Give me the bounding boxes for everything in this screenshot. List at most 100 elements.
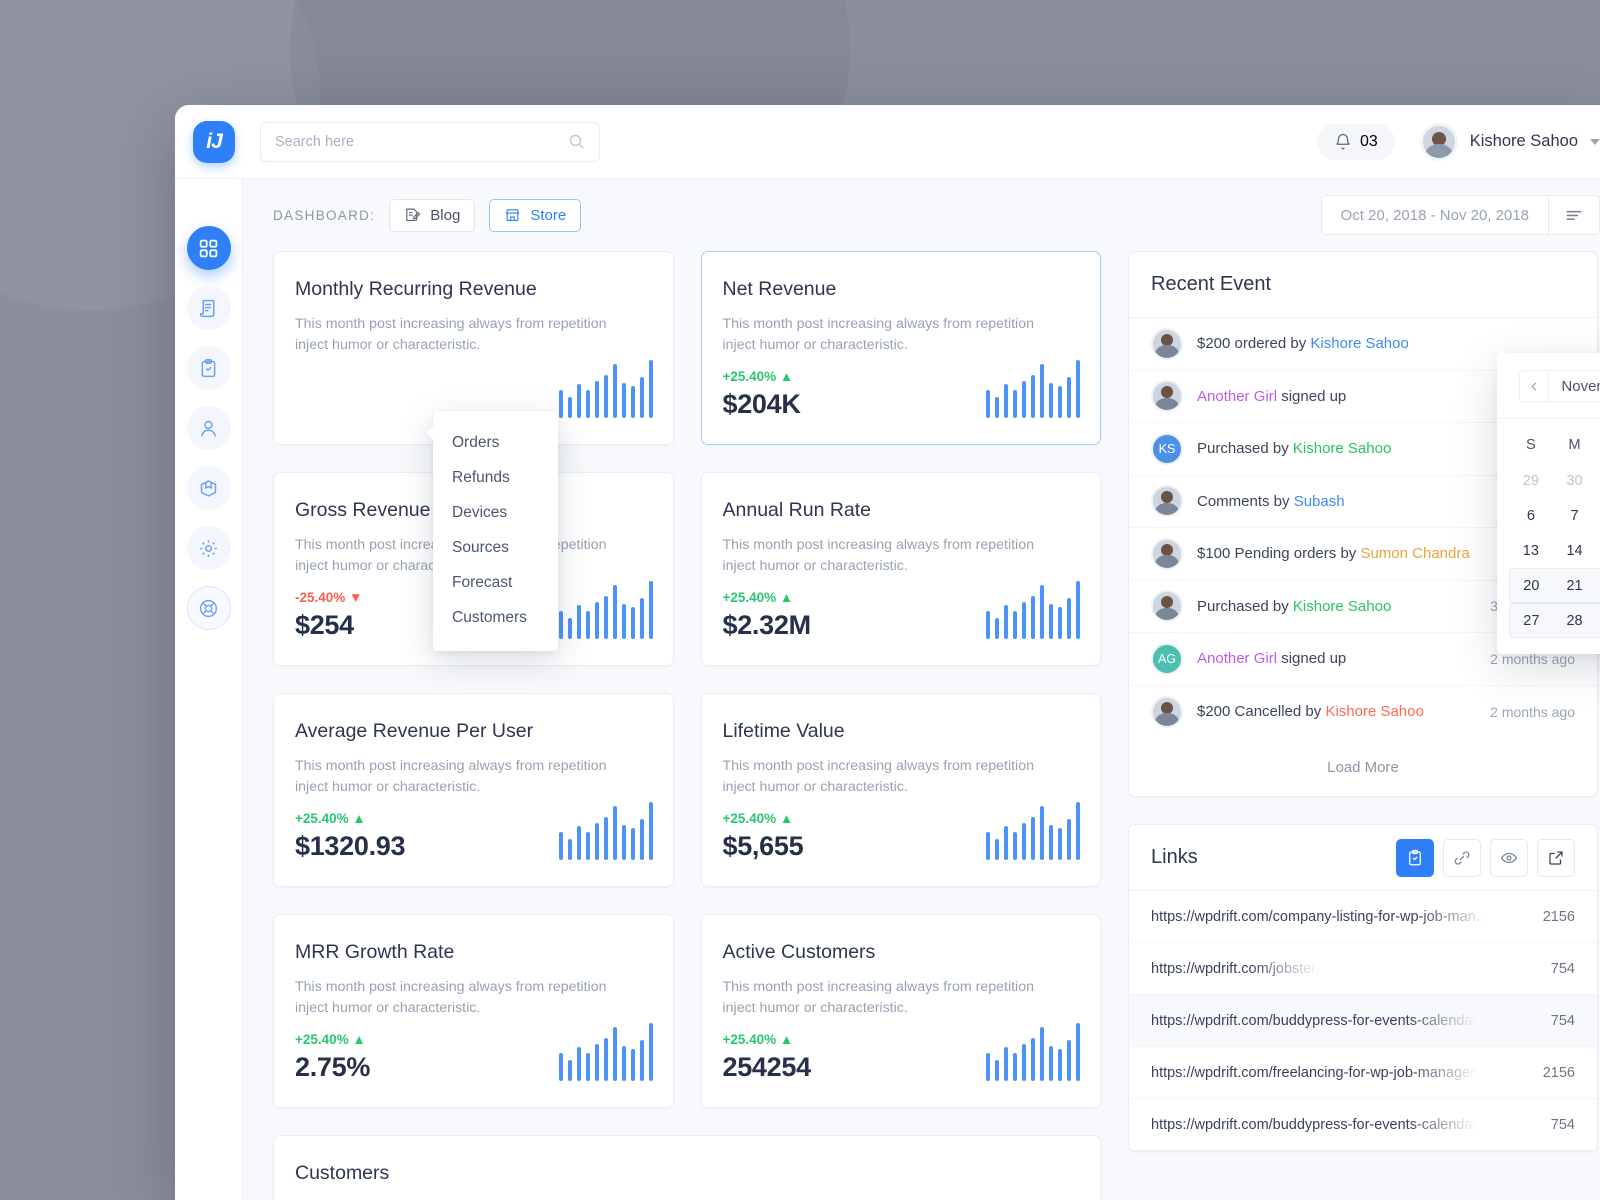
sidebar-item-tasks[interactable] bbox=[186, 346, 231, 390]
calendar-day[interactable]: 29 bbox=[1509, 463, 1553, 498]
calendar-day[interactable]: 13 bbox=[1509, 533, 1553, 568]
prev-month-button[interactable] bbox=[1519, 370, 1549, 402]
link-url[interactable]: https://wpdrift.com/buddypress-for-event… bbox=[1151, 1012, 1478, 1029]
calendar-day[interactable]: 1 bbox=[1596, 463, 1600, 498]
date-picker-popover[interactable]: November 2018 SMTWTFS2930123456789101112… bbox=[1497, 353, 1600, 654]
sidebar-item-dashboard[interactable] bbox=[186, 226, 231, 270]
dashboard-label: DASHBOARD: bbox=[273, 207, 376, 223]
tab-blog-label: Blog bbox=[430, 206, 461, 224]
link-row[interactable]: https://wpdrift.com/jobster/754 bbox=[1129, 943, 1597, 995]
chevron-down-icon[interactable] bbox=[1590, 138, 1600, 145]
document-icon bbox=[199, 299, 215, 317]
calendar-day[interactable]: 14 bbox=[1553, 533, 1597, 568]
sidebar-item-products[interactable] bbox=[186, 466, 231, 510]
bell-icon bbox=[1336, 133, 1350, 149]
calendar-day[interactable]: 7 bbox=[1553, 498, 1597, 533]
search-input[interactable] bbox=[275, 133, 568, 150]
calendar-day[interactable]: 20 bbox=[1509, 568, 1553, 603]
sidebar-item-support[interactable] bbox=[186, 586, 231, 630]
event-person[interactable]: Subash bbox=[1294, 493, 1345, 510]
context-dropdown-menu[interactable]: Orders Refunds Devices Sources Forecast Custo… bbox=[433, 411, 558, 651]
calendar-day[interactable]: 29 bbox=[1596, 603, 1600, 638]
link-url[interactable]: https://wpdrift.com/freelancing-for-wp-j… bbox=[1151, 1064, 1479, 1081]
spark-bar bbox=[1013, 610, 1017, 639]
user-menu[interactable]: Kishore Sahoo bbox=[1419, 122, 1600, 161]
metric-card-description: This month post increasing always from r… bbox=[295, 316, 607, 353]
event-text: $100 Pending orders by Sumon Chandra bbox=[1197, 545, 1470, 563]
link-url[interactable]: https://wpdrift.com/jobster/ bbox=[1151, 960, 1321, 977]
link-row[interactable]: https://wpdrift.com/buddypress-for-event… bbox=[1129, 1099, 1597, 1151]
metric-delta: +25.40% ▲ bbox=[722, 590, 794, 605]
filter-button[interactable] bbox=[1548, 195, 1600, 235]
spark-bar bbox=[1058, 607, 1062, 639]
spark-bar bbox=[603, 374, 608, 418]
event-row[interactable]: $200 Cancelled by Kishore Sahoo 2 months … bbox=[1129, 686, 1597, 739]
tab-store[interactable]: Store bbox=[489, 198, 582, 232]
eye-icon-button[interactable] bbox=[1490, 838, 1528, 877]
spark-bar bbox=[612, 363, 617, 418]
app-logo[interactable]: iJ bbox=[193, 120, 235, 163]
grid-icon bbox=[199, 239, 218, 257]
spark-bar bbox=[612, 805, 617, 860]
sidebar-item-reports[interactable] bbox=[186, 286, 231, 330]
event-text: Comments by Subash bbox=[1197, 492, 1345, 510]
metric-value: $5,655 bbox=[722, 831, 804, 861]
date-range-input[interactable]: Oct 20, 2018 - Nov 20, 2018 bbox=[1320, 195, 1548, 235]
metric-card-description: This month post increasing always from r… bbox=[295, 979, 607, 1016]
dropdown-item-refunds[interactable]: Refunds bbox=[433, 460, 558, 495]
calendar-day[interactable]: 8 bbox=[1596, 498, 1600, 533]
link-url[interactable]: https://wpdrift.com/buddypress-for-event… bbox=[1151, 1116, 1478, 1133]
event-person[interactable]: Another Girl bbox=[1197, 650, 1277, 667]
dropdown-item-sources[interactable]: Sources bbox=[433, 530, 558, 565]
link-row[interactable]: https://wpdrift.com/company-listing-for-… bbox=[1129, 891, 1597, 943]
calendar-day[interactable]: 28 bbox=[1552, 603, 1597, 638]
metric-block: +25.40% ▲ 2.75% bbox=[295, 1032, 370, 1083]
dropdown-item-customers[interactable]: Customers bbox=[433, 600, 558, 635]
calendar-day[interactable]: 21 bbox=[1552, 568, 1597, 603]
spark-bar bbox=[603, 816, 608, 860]
link-row[interactable]: https://wpdrift.com/freelancing-for-wp-j… bbox=[1129, 1047, 1597, 1099]
calendar-day[interactable]: 15 bbox=[1596, 533, 1600, 568]
spark-bar bbox=[585, 831, 590, 860]
spark-bar bbox=[1022, 1043, 1026, 1081]
external-link-icon bbox=[1549, 850, 1563, 865]
notifications-button[interactable]: 03 bbox=[1316, 123, 1395, 160]
sidebar-item-settings[interactable] bbox=[186, 526, 231, 570]
spark-bar bbox=[1049, 383, 1053, 418]
event-person[interactable]: Kishore Sahoo bbox=[1310, 335, 1408, 352]
links-title: Links bbox=[1151, 846, 1198, 868]
link-row[interactable]: https://wpdrift.com/buddypress-for-event… bbox=[1129, 995, 1597, 1047]
event-text: $200 ordered by Kishore Sahoo bbox=[1197, 335, 1409, 353]
dropdown-item-orders[interactable]: Orders bbox=[433, 425, 558, 460]
event-person[interactable]: Kishore Sahoo bbox=[1293, 598, 1391, 615]
event-person[interactable]: Kishore Sahoo bbox=[1325, 703, 1423, 720]
dropdown-item-forecast[interactable]: Forecast bbox=[433, 565, 558, 600]
link-url[interactable]: https://wpdrift.com/company-listing-for-… bbox=[1151, 908, 1488, 925]
sidebar-item-users[interactable] bbox=[186, 406, 231, 450]
spark-bar bbox=[986, 389, 990, 418]
spark-bar bbox=[612, 1026, 617, 1081]
calendar-day[interactable]: 30 bbox=[1553, 463, 1597, 498]
clipboard-check-icon bbox=[201, 358, 216, 377]
event-person[interactable]: Sumon Chandra bbox=[1360, 545, 1469, 562]
spark-bar bbox=[1076, 581, 1080, 639]
dropdown-item-devices[interactable]: Devices bbox=[433, 495, 558, 530]
event-person[interactable]: Kishore Sahoo bbox=[1293, 440, 1391, 457]
metric-card-title: MRR Growth Rate bbox=[295, 941, 455, 963]
calendar-day-of-week: T bbox=[1596, 427, 1600, 463]
load-more-button[interactable]: Load More bbox=[1129, 738, 1597, 796]
external-link-icon-button[interactable] bbox=[1537, 838, 1575, 877]
event-person[interactable]: Another Girl bbox=[1197, 388, 1277, 405]
calendar-day[interactable]: 6 bbox=[1509, 498, 1553, 533]
link-icon-button[interactable] bbox=[1443, 838, 1481, 877]
search-field-wrapper[interactable] bbox=[260, 121, 600, 162]
calendar-day[interactable]: 27 bbox=[1509, 603, 1553, 638]
metric-card-title: Average Revenue Per User bbox=[295, 720, 534, 742]
tab-blog[interactable]: Blog bbox=[389, 198, 476, 232]
notification-count: 03 bbox=[1359, 132, 1378, 150]
calendar-day[interactable]: 22 bbox=[1596, 568, 1600, 603]
clipboard-icon-button[interactable] bbox=[1396, 838, 1434, 877]
spark-bar bbox=[1076, 360, 1080, 418]
metric-card-title: Monthly Recurring Revenue bbox=[295, 278, 537, 300]
calendar-header: November 2018 bbox=[1497, 353, 1600, 419]
